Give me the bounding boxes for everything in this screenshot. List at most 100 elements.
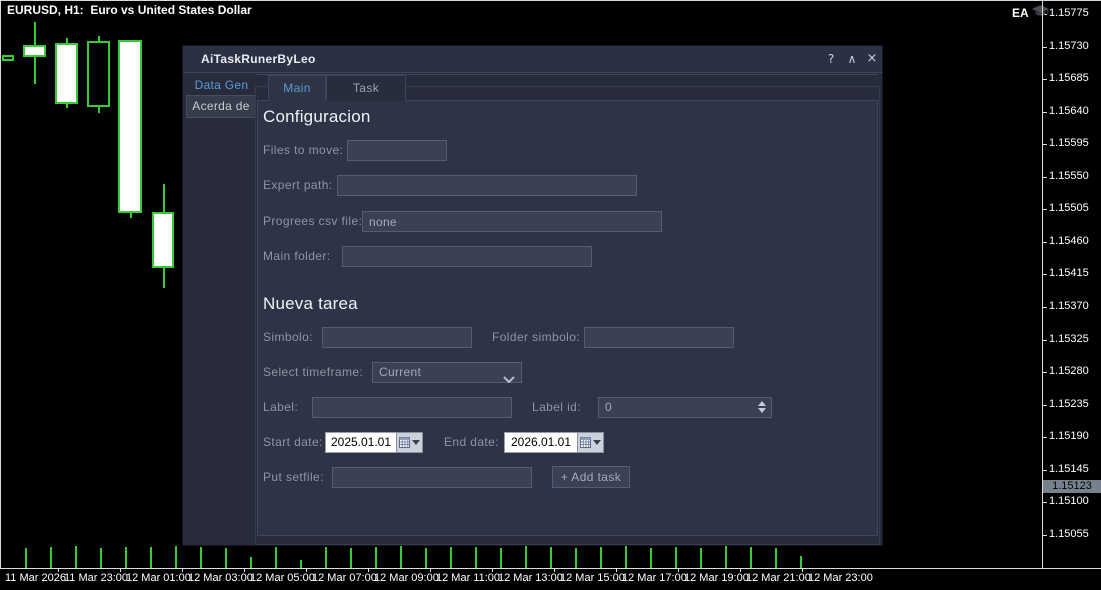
volume-bar bbox=[225, 548, 227, 568]
end-date-label: End date: bbox=[444, 432, 499, 453]
simbolo-label: Simbolo: bbox=[263, 327, 313, 348]
volume-bar bbox=[175, 546, 177, 568]
price-axis-label: 1.15055 bbox=[1049, 528, 1089, 541]
volume-bar bbox=[300, 560, 302, 568]
main-folder-input[interactable] bbox=[342, 246, 592, 267]
dialog-titlebar[interactable]: AiTaskRunerByLeo ? ∧ × bbox=[183, 46, 882, 73]
tab-task[interactable]: Task bbox=[326, 75, 406, 101]
progress-csv-label: Progrees csv file: bbox=[263, 211, 362, 232]
price-axis-label: 1.15370 bbox=[1049, 300, 1089, 313]
volume-bar bbox=[475, 547, 477, 568]
volume-bar bbox=[200, 547, 202, 568]
config-heading: Configuracion bbox=[263, 106, 371, 128]
timeframe-selected-value: Current bbox=[379, 365, 421, 379]
end-date-calendar-button[interactable] bbox=[577, 432, 604, 453]
dialog-title: AiTaskRunerByLeo bbox=[201, 52, 316, 66]
timeframe-select[interactable]: Current bbox=[372, 362, 522, 383]
label-id-label: Label id: bbox=[532, 397, 581, 418]
volume-bar bbox=[375, 547, 377, 568]
time-axis-label: 12 Mar 19:00 bbox=[684, 572, 749, 584]
volume-bar bbox=[50, 547, 52, 568]
ea-status-badge[interactable]: EA bbox=[1012, 5, 1049, 21]
price-axis-label: 1.15280 bbox=[1049, 365, 1089, 378]
price-axis-label: 1.15640 bbox=[1049, 105, 1089, 118]
folder-simbolo-input[interactable] bbox=[584, 327, 734, 348]
volume-bar bbox=[725, 546, 727, 568]
start-date-calendar-button[interactable] bbox=[396, 432, 423, 453]
calendar-dropdown-icon bbox=[412, 440, 420, 445]
ai-task-runner-dialog: AiTaskRunerByLeo ? ∧ × Data Gen Acerda d… bbox=[182, 45, 883, 546]
volume-bar bbox=[450, 547, 452, 568]
help-button[interactable]: ? bbox=[823, 51, 839, 67]
time-axis-label: 12 Mar 01:00 bbox=[126, 572, 191, 584]
volume-bar bbox=[800, 556, 802, 568]
spin-up-icon[interactable] bbox=[758, 401, 766, 406]
end-date-field[interactable]: 2026.01.01 bbox=[504, 432, 578, 453]
price-axis-label: 1.15775 bbox=[1049, 7, 1089, 20]
progress-csv-input[interactable] bbox=[362, 211, 662, 232]
volume-bar bbox=[250, 557, 252, 568]
price-axis-label: 1.15550 bbox=[1049, 170, 1089, 183]
price-axis-label: 1.15730 bbox=[1049, 40, 1089, 53]
candle bbox=[23, 45, 46, 57]
price-axis-label: 1.15460 bbox=[1049, 235, 1089, 248]
sidebar-item-acerda-de[interactable]: Acerda de bbox=[186, 95, 256, 118]
volume-bar bbox=[550, 547, 552, 568]
graduation-cap-icon bbox=[1032, 5, 1049, 21]
label-id-stepper[interactable]: 0 bbox=[598, 397, 772, 418]
sidebar-item-data-gen[interactable]: Data Gen bbox=[187, 76, 256, 95]
start-date-label: Start date: bbox=[263, 432, 323, 453]
files-to-move-input[interactable] bbox=[347, 140, 447, 161]
main-tab-panel: Configuracion Files to move: Expert path… bbox=[257, 100, 878, 536]
simbolo-input[interactable] bbox=[322, 327, 472, 348]
price-axis-label: 1.15685 bbox=[1049, 72, 1089, 85]
label-label: Label: bbox=[263, 397, 298, 418]
volume-bar bbox=[675, 547, 677, 568]
calendar-dropdown-icon bbox=[593, 440, 601, 445]
time-axis-label: 12 Mar 03:00 bbox=[188, 572, 253, 584]
spin-down-icon[interactable] bbox=[758, 408, 766, 413]
chevron-down-icon bbox=[503, 370, 515, 389]
price-axis-label: 1.15190 bbox=[1049, 430, 1089, 443]
price-axis-label: 1.15145 bbox=[1049, 463, 1089, 476]
close-icon[interactable]: × bbox=[864, 51, 880, 67]
time-axis-label: 12 Mar 05:00 bbox=[250, 572, 315, 584]
volume-bar bbox=[575, 548, 577, 568]
files-to-move-label: Files to move: bbox=[263, 140, 343, 161]
current-price-tag: 1.15123 bbox=[1043, 480, 1101, 493]
price-axis-label: 1.15415 bbox=[1049, 267, 1089, 280]
volume-bar bbox=[275, 547, 277, 568]
add-task-button[interactable]: + Add task bbox=[552, 466, 630, 488]
select-timeframe-label: Select timeframe: bbox=[263, 362, 363, 383]
volume-bar bbox=[75, 546, 77, 568]
ea-label: EA bbox=[1012, 6, 1029, 20]
price-axis-label: 1.15325 bbox=[1049, 333, 1089, 346]
time-axis-label: 11 Mar 23:00 bbox=[64, 572, 128, 584]
time-axis-label: 12 Mar 15:00 bbox=[560, 572, 625, 584]
volume-bar bbox=[325, 547, 327, 568]
volume-bar bbox=[700, 548, 702, 568]
label-input[interactable] bbox=[312, 397, 512, 418]
candle bbox=[55, 43, 78, 104]
folder-simbolo-label: Folder simbolo: bbox=[492, 327, 580, 348]
expert-path-label: Expert path: bbox=[263, 175, 333, 196]
price-axis-label: 1.15505 bbox=[1049, 202, 1089, 215]
volume-bar bbox=[25, 548, 27, 568]
volume-bar bbox=[350, 548, 352, 568]
volume-bar bbox=[125, 547, 127, 568]
time-axis-label: 12 Mar 09:00 bbox=[374, 572, 439, 584]
price-axis-label: 1.15595 bbox=[1049, 137, 1089, 150]
volume-bar bbox=[600, 547, 602, 568]
volume-bar bbox=[525, 546, 527, 568]
collapse-button[interactable]: ∧ bbox=[844, 51, 860, 67]
new-task-heading: Nueva tarea bbox=[263, 293, 358, 315]
volume-bar bbox=[750, 547, 752, 568]
candle bbox=[2, 55, 14, 61]
put-setfile-input[interactable] bbox=[332, 467, 532, 488]
tab-main[interactable]: Main bbox=[268, 75, 326, 101]
start-date-field[interactable]: 2025.01.01 bbox=[325, 432, 397, 453]
time-axis-label: 12 Mar 13:00 bbox=[498, 572, 563, 584]
spinner-arrows[interactable] bbox=[758, 401, 766, 413]
expert-path-input[interactable] bbox=[337, 175, 637, 196]
volume-bar bbox=[775, 548, 777, 568]
